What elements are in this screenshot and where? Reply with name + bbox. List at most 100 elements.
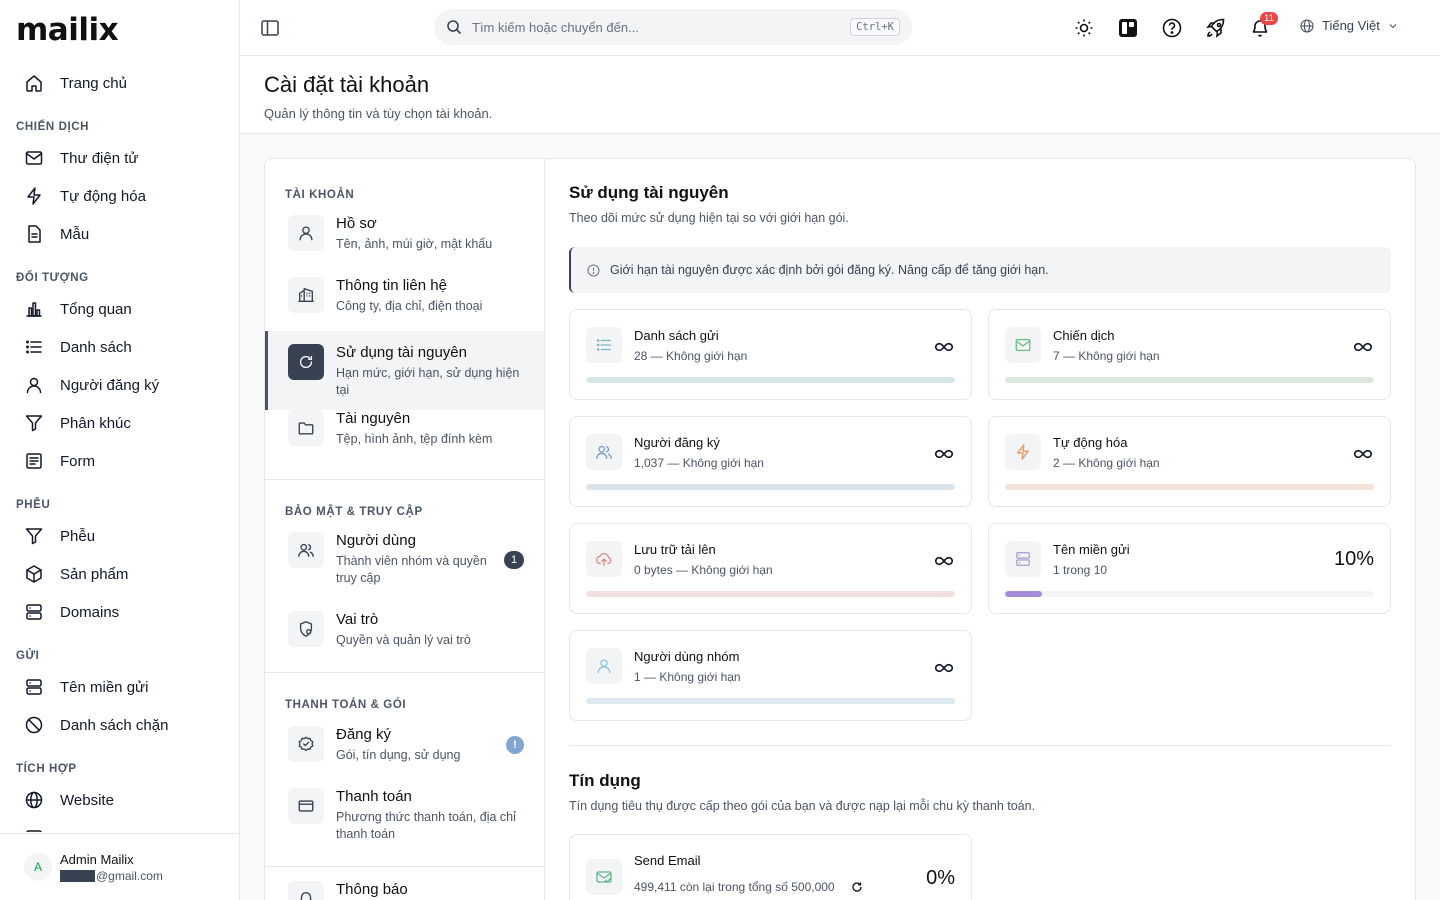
settings-nav-item[interactable]: Hồ sơ Tên, ảnh, múi giờ, mật khẩu <box>265 215 544 253</box>
settings-nav-title: Tài nguyên <box>336 410 411 427</box>
file-icon <box>24 224 44 244</box>
infinity-icon <box>933 336 955 358</box>
resource-name: Người đăng ký <box>634 435 720 450</box>
settings-section-billing: THANH TOÁN & GÓI <box>285 699 407 711</box>
settings-nav-desc: Công ty, địa chỉ, điện thoại <box>336 299 483 313</box>
user-icon <box>586 648 622 684</box>
resource-name: Tên miền gửi <box>1053 542 1130 557</box>
usage-bar <box>586 698 955 704</box>
settings-nav-item[interactable]: Tài nguyên Tệp, hình ảnh, tệp đính kèm <box>265 410 544 448</box>
sidebar-item[interactable]: Danh sách chặn <box>16 706 223 744</box>
settings-nav-desc: Phương thức thanh toán, địa chỉ thanh to… <box>336 810 516 841</box>
resource-card: Danh sách gửi 28 — Không giới hạn <box>569 309 972 400</box>
info-icon <box>587 264 600 277</box>
settings-nav-title: Thông tin liên hệ <box>336 277 447 294</box>
refresh-icon[interactable] <box>851 881 863 893</box>
sidebar-item[interactable]: Mẫu <box>16 215 223 253</box>
page-title: Cài đặt tài khoản <box>264 72 430 97</box>
settings-section-security: BẢO MẬT & TRUY CẬP <box>285 506 423 518</box>
divider <box>265 479 544 480</box>
sidebar-toggle-icon[interactable] <box>260 18 280 38</box>
refresh-circle-icon <box>288 344 324 380</box>
divider <box>569 745 1391 746</box>
user-menu[interactable]: A Admin Mailix @gmail.com <box>0 833 239 900</box>
settings-nav-item[interactable]: Thanh toán Phương thức thanh toán, địa c… <box>265 788 544 843</box>
user-icon <box>288 215 324 251</box>
sidebar-section-label: ĐỐI TƯỢNG <box>16 272 89 284</box>
resource-card: Tự động hóa 2 — Không giới hạn <box>988 416 1391 507</box>
infinity-icon <box>1352 443 1374 465</box>
sidebar-item[interactable] <box>16 819 223 832</box>
credit-name: Send Email <box>634 853 701 868</box>
app-logo[interactable]: mailix <box>16 12 119 48</box>
box-icon <box>24 564 44 584</box>
globe-icon <box>24 790 44 810</box>
search-bar[interactable]: Ctrl+K <box>434 9 912 45</box>
resource-card: Chiến dịch 7 — Không giới hạn <box>988 309 1391 400</box>
sidebar-item[interactable]: Phân khúc <box>16 404 223 442</box>
settings-nav-item[interactable]: Vai trò Quyền và quản lý vai trò <box>265 611 544 649</box>
settings-nav-title: Vai trò <box>336 611 379 628</box>
settings-nav-item[interactable]: Sử dụng tài nguyên Hạn mức, giới hạn, sử… <box>265 331 544 410</box>
sidebar-item-label: Tự động hóa <box>60 187 146 205</box>
sidebar-nav: Trang chủ CHIẾN DỊCH Thư điện tử Tự động hó… <box>0 64 239 832</box>
sidebar-section-label: GỬI <box>16 650 40 662</box>
settings-nav-item[interactable]: Thông báo <box>265 881 544 900</box>
resource-percent: 10% <box>1333 548 1374 570</box>
section-subtitle: Theo dõi mức sử dụng hiện tại so với giớ… <box>569 211 849 225</box>
resource-value: 2 — Không giới hạn <box>1053 456 1160 470</box>
building-icon <box>288 277 324 313</box>
settings-card: TÀI KHOẢN BẢO MẬT & TRUY CẬP THANH TOÁN … <box>264 158 1416 900</box>
usage-bar <box>1005 591 1374 597</box>
top-bar: Ctrl+K 11 Tiếng Việt <box>240 0 1440 56</box>
sidebar-item[interactable]: Thư điện tử <box>16 139 223 177</box>
settings-nav-item[interactable]: Người dùng Thành viên nhóm và quyền truy… <box>265 532 544 587</box>
sidebar-item[interactable]: Tên miền gửi <box>16 668 223 706</box>
ban-icon <box>24 715 44 735</box>
sidebar-item[interactable]: Trang chủ <box>16 64 223 102</box>
funnel-icon <box>24 526 44 546</box>
sidebar-section-label: PHỄU <box>16 499 51 511</box>
sidebar-item[interactable]: Tổng quan <box>16 290 223 328</box>
sidebar-section-label: CHIẾN DỊCH <box>16 121 90 133</box>
credit-percent: 0% <box>926 867 955 889</box>
settings-nav-item[interactable]: Đăng ký Gói, tín dụng, sử dụng ! <box>265 726 544 764</box>
language-select[interactable]: Tiếng Việt <box>1300 18 1398 33</box>
sidebar-item[interactable]: Sản phẩm <box>16 555 223 593</box>
sidebar-item[interactable]: Domains <box>16 593 223 631</box>
rocket-icon[interactable] <box>1204 16 1228 40</box>
globe-icon <box>1300 18 1314 33</box>
sidebar-section-label: TÍCH HỢP <box>16 763 77 775</box>
sidebar-item[interactable]: Phễu <box>16 517 223 555</box>
sidebar-item-label: Phân khúc <box>60 414 131 432</box>
settings-nav: TÀI KHOẢN BẢO MẬT & TRUY CẬP THANH TOÁN … <box>265 159 545 900</box>
count-badge: 1 <box>504 550 524 569</box>
resource-value: 1 — Không giới hạn <box>634 670 741 684</box>
infinity-icon <box>933 657 955 679</box>
bell-icon <box>288 881 324 900</box>
server-icon <box>24 828 44 832</box>
zap-icon <box>1005 434 1041 470</box>
sidebar-item[interactable]: Người đăng ký <box>16 366 223 404</box>
sidebar-item[interactable]: Website <box>16 781 223 819</box>
sun-icon[interactable] <box>1072 16 1096 40</box>
sidebar-item[interactable]: Danh sách <box>16 328 223 366</box>
resource-name: Chiến dịch <box>1053 328 1115 343</box>
credits-title: Tín dụng <box>569 771 641 790</box>
usage-bar-fill <box>1005 591 1042 597</box>
sidebar-item-label: Website <box>60 791 114 809</box>
help-icon[interactable] <box>1160 16 1184 40</box>
usage-bar <box>586 591 955 597</box>
sidebar-item[interactable]: Tự động hóa <box>16 177 223 215</box>
settings-nav-item[interactable]: Thông tin liên hệ Công ty, địa chỉ, điện… <box>265 277 544 315</box>
resource-value: 1 trong 10 <box>1053 563 1108 577</box>
settings-nav-desc: Hạn mức, giới hạn, sử dụng hiện tại <box>336 366 520 397</box>
search-input[interactable] <box>472 19 851 35</box>
layout-grid-icon[interactable] <box>1116 16 1140 40</box>
sidebar-item[interactable]: Form <box>16 442 223 480</box>
info-text: Giới hạn tài nguyên được xác định bởi gó… <box>610 263 1049 277</box>
zap-icon <box>24 186 44 206</box>
sidebar-item-label: Form <box>60 452 95 470</box>
bell-icon[interactable]: 11 <box>1248 12 1278 40</box>
sidebar-item-label: Domains <box>60 603 120 621</box>
